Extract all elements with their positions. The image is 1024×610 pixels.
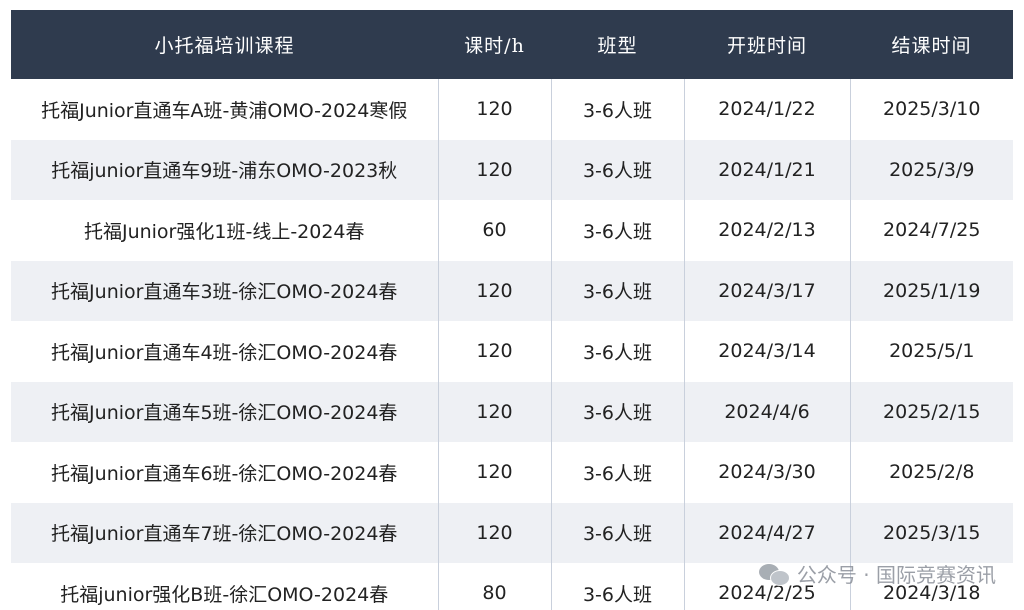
cell-end-date: 2025/3/9	[849, 139, 1013, 200]
course-table: 小托福培训课程 课时/h 班型 开班时间 结课时间 托福Junior直通车A班-…	[11, 10, 1013, 610]
cell-course: 托福Junior直通车3班-徐汇OMO-2024春	[11, 260, 439, 321]
cell-start-date: 2024/1/21	[683, 139, 851, 200]
table-row: 托福Junior直通车4班-徐汇OMO-2024春 120 3-6人班 2024/3/…	[11, 321, 1013, 382]
table-row: 托福Junior直通车6班-徐汇OMO-2024春 120 3-6人班 2024/3/…	[11, 442, 1013, 503]
header-row: 小托福培训课程 课时/h 班型 开班时间 结课时间	[11, 10, 1013, 79]
cell-hours: 120	[437, 321, 552, 382]
cell-class-type: 3-6人班	[550, 442, 685, 503]
cell-course: 托福Junior直通车A班-黄浦OMO-2024寒假	[11, 79, 439, 140]
cell-end-date: 2024/7/25	[849, 200, 1013, 261]
table-header: 小托福培训课程 课时/h 班型 开班时间 结课时间	[11, 10, 1013, 79]
cell-end-date: 2025/1/19	[849, 260, 1013, 321]
header-course: 小托福培训课程	[11, 10, 438, 79]
cell-end-date: 2025/2/8	[849, 442, 1013, 503]
header-hours: 课时/h	[438, 10, 551, 79]
cell-start-date: 2024/3/30	[683, 442, 851, 503]
header-start-date: 开班时间	[684, 10, 850, 79]
cell-class-type: 3-6人班	[550, 200, 685, 261]
cell-class-type: 3-6人班	[550, 79, 685, 140]
cell-hours: 120	[437, 79, 552, 140]
cell-course: 托福junior直通车9班-浦东OMO-2023秋	[11, 139, 439, 200]
cell-course: 托福Junior直通车5班-徐汇OMO-2024春	[11, 381, 439, 442]
cell-hours: 120	[437, 381, 552, 442]
cell-course: 托福Junior直通车4班-徐汇OMO-2024春	[11, 321, 439, 382]
cell-class-type: 3-6人班	[550, 381, 685, 442]
cell-class-type: 3-6人班	[550, 139, 685, 200]
table-row: 托福Junior直通车A班-黄浦OMO-2024寒假 120 3-6人班 2024/1…	[11, 79, 1013, 140]
cell-class-type: 3-6人班	[550, 502, 685, 563]
table-row: 托福Junior强化1班-线上-2024春 60 3-6人班 2024/2/13 202…	[11, 200, 1013, 261]
cell-class-type: 3-6人班	[550, 563, 685, 610]
header-end-date: 结课时间	[850, 10, 1013, 79]
cell-end-date: 2025/5/1	[849, 321, 1013, 382]
cell-hours: 80	[437, 563, 552, 610]
cell-course: 托福Junior强化1班-线上-2024春	[11, 200, 439, 261]
cell-hours: 120	[437, 260, 552, 321]
table-body: 托福Junior直通车A班-黄浦OMO-2024寒假 120 3-6人班 2024/1…	[11, 79, 1013, 610]
cell-course: 托福Junior直通车7班-徐汇OMO-2024春	[11, 502, 439, 563]
cell-hours: 120	[437, 442, 552, 503]
header-class-type: 班型	[551, 10, 684, 79]
cell-end-date: 2025/2/15	[849, 381, 1013, 442]
cell-class-type: 3-6人班	[550, 321, 685, 382]
cell-start-date: 2024/2/25	[683, 563, 851, 610]
table-row: 托福junior直通车9班-浦东OMO-2023秋 120 3-6人班 2024/1/…	[11, 139, 1013, 200]
cell-end-date: 2024/3/18	[849, 563, 1013, 610]
cell-start-date: 2024/2/13	[683, 200, 851, 261]
page: 小托福培训课程 课时/h 班型 开班时间 结课时间 托福Junior直通车A班-…	[0, 0, 1024, 610]
cell-course: 托福junior强化B班-徐汇OMO-2024春	[11, 563, 439, 610]
cell-start-date: 2024/3/17	[683, 260, 851, 321]
cell-hours: 60	[437, 200, 552, 261]
cell-start-date: 2024/1/22	[683, 79, 851, 140]
table-row: 托福Junior直通车5班-徐汇OMO-2024春 120 3-6人班 2024/4/…	[11, 381, 1013, 442]
table-row: 托福Junior直通车3班-徐汇OMO-2024春 120 3-6人班 2024/3/…	[11, 260, 1013, 321]
table-row: 托福Junior直通车7班-徐汇OMO-2024春 120 3-6人班 2024/4/…	[11, 502, 1013, 563]
cell-start-date: 2024/4/6	[683, 381, 851, 442]
cell-end-date: 2025/3/10	[849, 79, 1013, 140]
cell-class-type: 3-6人班	[550, 260, 685, 321]
cell-hours: 120	[437, 502, 552, 563]
cell-start-date: 2024/3/14	[683, 321, 851, 382]
cell-end-date: 2025/3/15	[849, 502, 1013, 563]
table-row: 托福junior强化B班-徐汇OMO-2024春 80 3-6人班 2024/2/25…	[11, 563, 1013, 610]
cell-course: 托福Junior直通车6班-徐汇OMO-2024春	[11, 442, 439, 503]
cell-hours: 120	[437, 139, 552, 200]
cell-start-date: 2024/4/27	[683, 502, 851, 563]
